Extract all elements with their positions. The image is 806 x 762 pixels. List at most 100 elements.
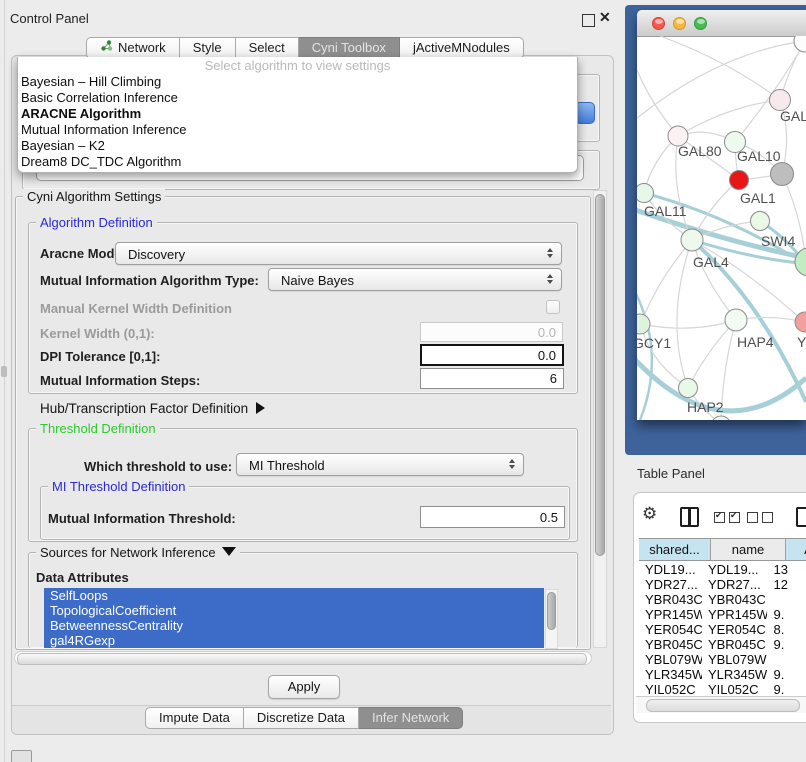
minimize-traffic-light-icon[interactable]	[673, 17, 686, 30]
column-header[interactable]: A	[786, 539, 806, 560]
network-canvas[interactable]: GALGAL80GAL10GAL1GAL11GAL4SWI4GCY1HAP4YH…	[637, 36, 806, 420]
network-node-label: HAP2	[687, 399, 724, 415]
settings-vertical-scrollbar[interactable]	[593, 190, 607, 648]
network-node-label: Y	[797, 334, 806, 350]
aracne-mode-combo[interactable]: Discovery	[115, 242, 562, 265]
attribute-item[interactable]: BetweennessCentrality	[44, 618, 544, 633]
which-threshold-combo[interactable]: MI Threshold	[236, 453, 524, 476]
network-node[interactable]	[730, 171, 749, 190]
split-columns-icon[interactable]	[680, 507, 699, 527]
table-cell: 8.	[767, 622, 806, 637]
mi-threshold-field[interactable]: 0.5	[420, 506, 565, 528]
tab-network[interactable]: Network	[86, 37, 180, 59]
dpi-tolerance-field[interactable]: 0.0	[420, 344, 564, 366]
hub-definition-toggle[interactable]: Hub/Transcription Factor Definition	[40, 401, 265, 416]
network-edge[interactable]	[688, 320, 736, 388]
attribute-item[interactable]: TopologicalCoefficient	[44, 603, 544, 618]
minimized-panel-icon[interactable]	[11, 750, 32, 762]
cyni-settings-title: Cyni Algorithm Settings	[23, 189, 165, 204]
tab-jactivemnodules[interactable]: jActiveMNodules	[400, 37, 524, 59]
dropdown-placeholder: Select algorithm to view settings	[18, 57, 577, 74]
table-row[interactable]: YBR043CYBR043C	[639, 592, 806, 607]
mi-type-combo[interactable]: Naive Bayes	[268, 268, 562, 291]
network-node[interactable]	[637, 184, 654, 203]
partial-column-icon[interactable]	[796, 507, 806, 527]
data-attributes-list: SelfLoopsTopologicalCoefficientBetweenne…	[44, 588, 544, 648]
expanded-arrow-icon[interactable]	[222, 547, 236, 556]
network-node[interactable]	[751, 212, 770, 231]
mi-type-label: Mutual Information Algorithm Type:	[40, 273, 259, 288]
network-edge[interactable]	[641, 320, 736, 328]
float-window-icon[interactable]	[582, 14, 595, 27]
network-edge[interactable]	[660, 36, 780, 100]
threshold-definition-title: Threshold Definition	[36, 421, 160, 436]
table-panel-title: Table Panel	[637, 466, 705, 481]
tab-label: Discretize Data	[257, 708, 345, 728]
algorithm-option[interactable]: ARACNE Algorithm	[18, 106, 577, 122]
scrollbar-thumb[interactable]	[547, 592, 556, 630]
table-row[interactable]: YBR045CYBR045C9.	[639, 637, 806, 652]
tab-discretize-data[interactable]: Discretize Data	[244, 707, 359, 729]
aracne-mode-value: Discovery	[128, 247, 185, 262]
column-header[interactable]: name	[711, 539, 786, 560]
apply-button[interactable]: Apply	[268, 675, 340, 699]
tab-impute-data[interactable]: Impute Data	[145, 707, 244, 729]
network-edge[interactable]	[678, 100, 780, 136]
attributes-scrollbar[interactable]	[545, 589, 558, 649]
which-threshold-label: Which threshold to use:	[84, 459, 232, 474]
manual-kernel-checkbox[interactable]	[546, 300, 560, 314]
algorithm-dropdown: Select algorithm to view settings Bayesi…	[17, 57, 578, 173]
unchecked-pair-icon[interactable]	[747, 512, 773, 523]
scrollbar-thumb[interactable]	[595, 194, 605, 556]
network-edge[interactable]	[641, 240, 692, 324]
table-cell: YBR045C	[702, 637, 768, 652]
zoom-traffic-light-icon[interactable]	[694, 17, 707, 30]
dpi-tolerance-label: DPI Tolerance [0,1]:	[40, 349, 160, 364]
algorithm-option[interactable]: Mutual Information Inference	[18, 122, 577, 138]
mi-steps-field[interactable]: 6	[420, 368, 564, 389]
settings-horizontal-scrollbar[interactable]	[14, 651, 592, 665]
tab-cyni-toolbox[interactable]: Cyni Toolbox	[299, 37, 400, 59]
checked-pair-icon[interactable]	[714, 512, 740, 523]
combo-focus-button[interactable]	[575, 102, 595, 124]
network-node[interactable]	[725, 309, 747, 331]
network-edge[interactable]	[677, 240, 692, 388]
table-cell: YIL052C	[639, 682, 702, 697]
scrollbar-thumb[interactable]	[17, 653, 587, 665]
tab-infer-network[interactable]: Infer Network	[359, 707, 463, 729]
network-node[interactable]	[681, 229, 703, 251]
table-row[interactable]: YLR345WYLR345W9.	[639, 667, 806, 682]
scrollbar-thumb[interactable]	[646, 699, 800, 712]
close-traffic-light-icon[interactable]	[652, 17, 665, 30]
network-node[interactable]	[679, 379, 698, 398]
collapsed-arrow-icon[interactable]	[256, 402, 265, 414]
table-horizontal-scrollbar[interactable]	[636, 696, 806, 713]
mi-threshold-group-title: MI Threshold Definition	[48, 479, 189, 494]
attribute-item[interactable]: SelfLoops	[44, 588, 544, 603]
network-node[interactable]	[794, 36, 806, 52]
algorithm-option[interactable]: Bayesian – Hill Climbing	[18, 74, 577, 90]
table-row[interactable]: YDR27...YDR27...12	[639, 577, 806, 592]
close-icon[interactable]: ✕	[599, 9, 611, 26]
algorithm-option[interactable]: Dream8 DC_TDC Algorithm	[18, 154, 577, 170]
tab-style[interactable]: Style	[180, 37, 236, 59]
table-row[interactable]: YIL052CYIL052C9.	[639, 682, 806, 697]
table-row[interactable]: YPR145WYPR145W9.	[639, 607, 806, 622]
algorithm-option[interactable]: Bayesian – K2	[18, 138, 577, 154]
kernel-width-field[interactable]: 0.0	[420, 322, 563, 342]
gear-icon[interactable]: ⚙	[642, 504, 657, 524]
table-row[interactable]: YBL079WYBL079W	[639, 652, 806, 667]
combo-arrows-icon	[508, 459, 516, 469]
table-cell: YBR045C	[639, 637, 702, 652]
network-node[interactable]	[771, 163, 794, 186]
tab-select[interactable]: Select	[236, 37, 299, 59]
table-cell	[767, 652, 806, 667]
table-row[interactable]: YER054CYER054C8.	[639, 622, 806, 637]
algorithm-option[interactable]: Basic Correlation Inference	[18, 90, 577, 106]
table-cell	[767, 592, 806, 607]
column-header[interactable]: shared...	[639, 539, 711, 560]
tab-label: Select	[249, 38, 285, 58]
divider-grip[interactable]	[1, 366, 7, 377]
attribute-item[interactable]: gal4RGexp	[44, 633, 544, 648]
table-row[interactable]: YDL19...YDL19...13	[639, 562, 806, 577]
